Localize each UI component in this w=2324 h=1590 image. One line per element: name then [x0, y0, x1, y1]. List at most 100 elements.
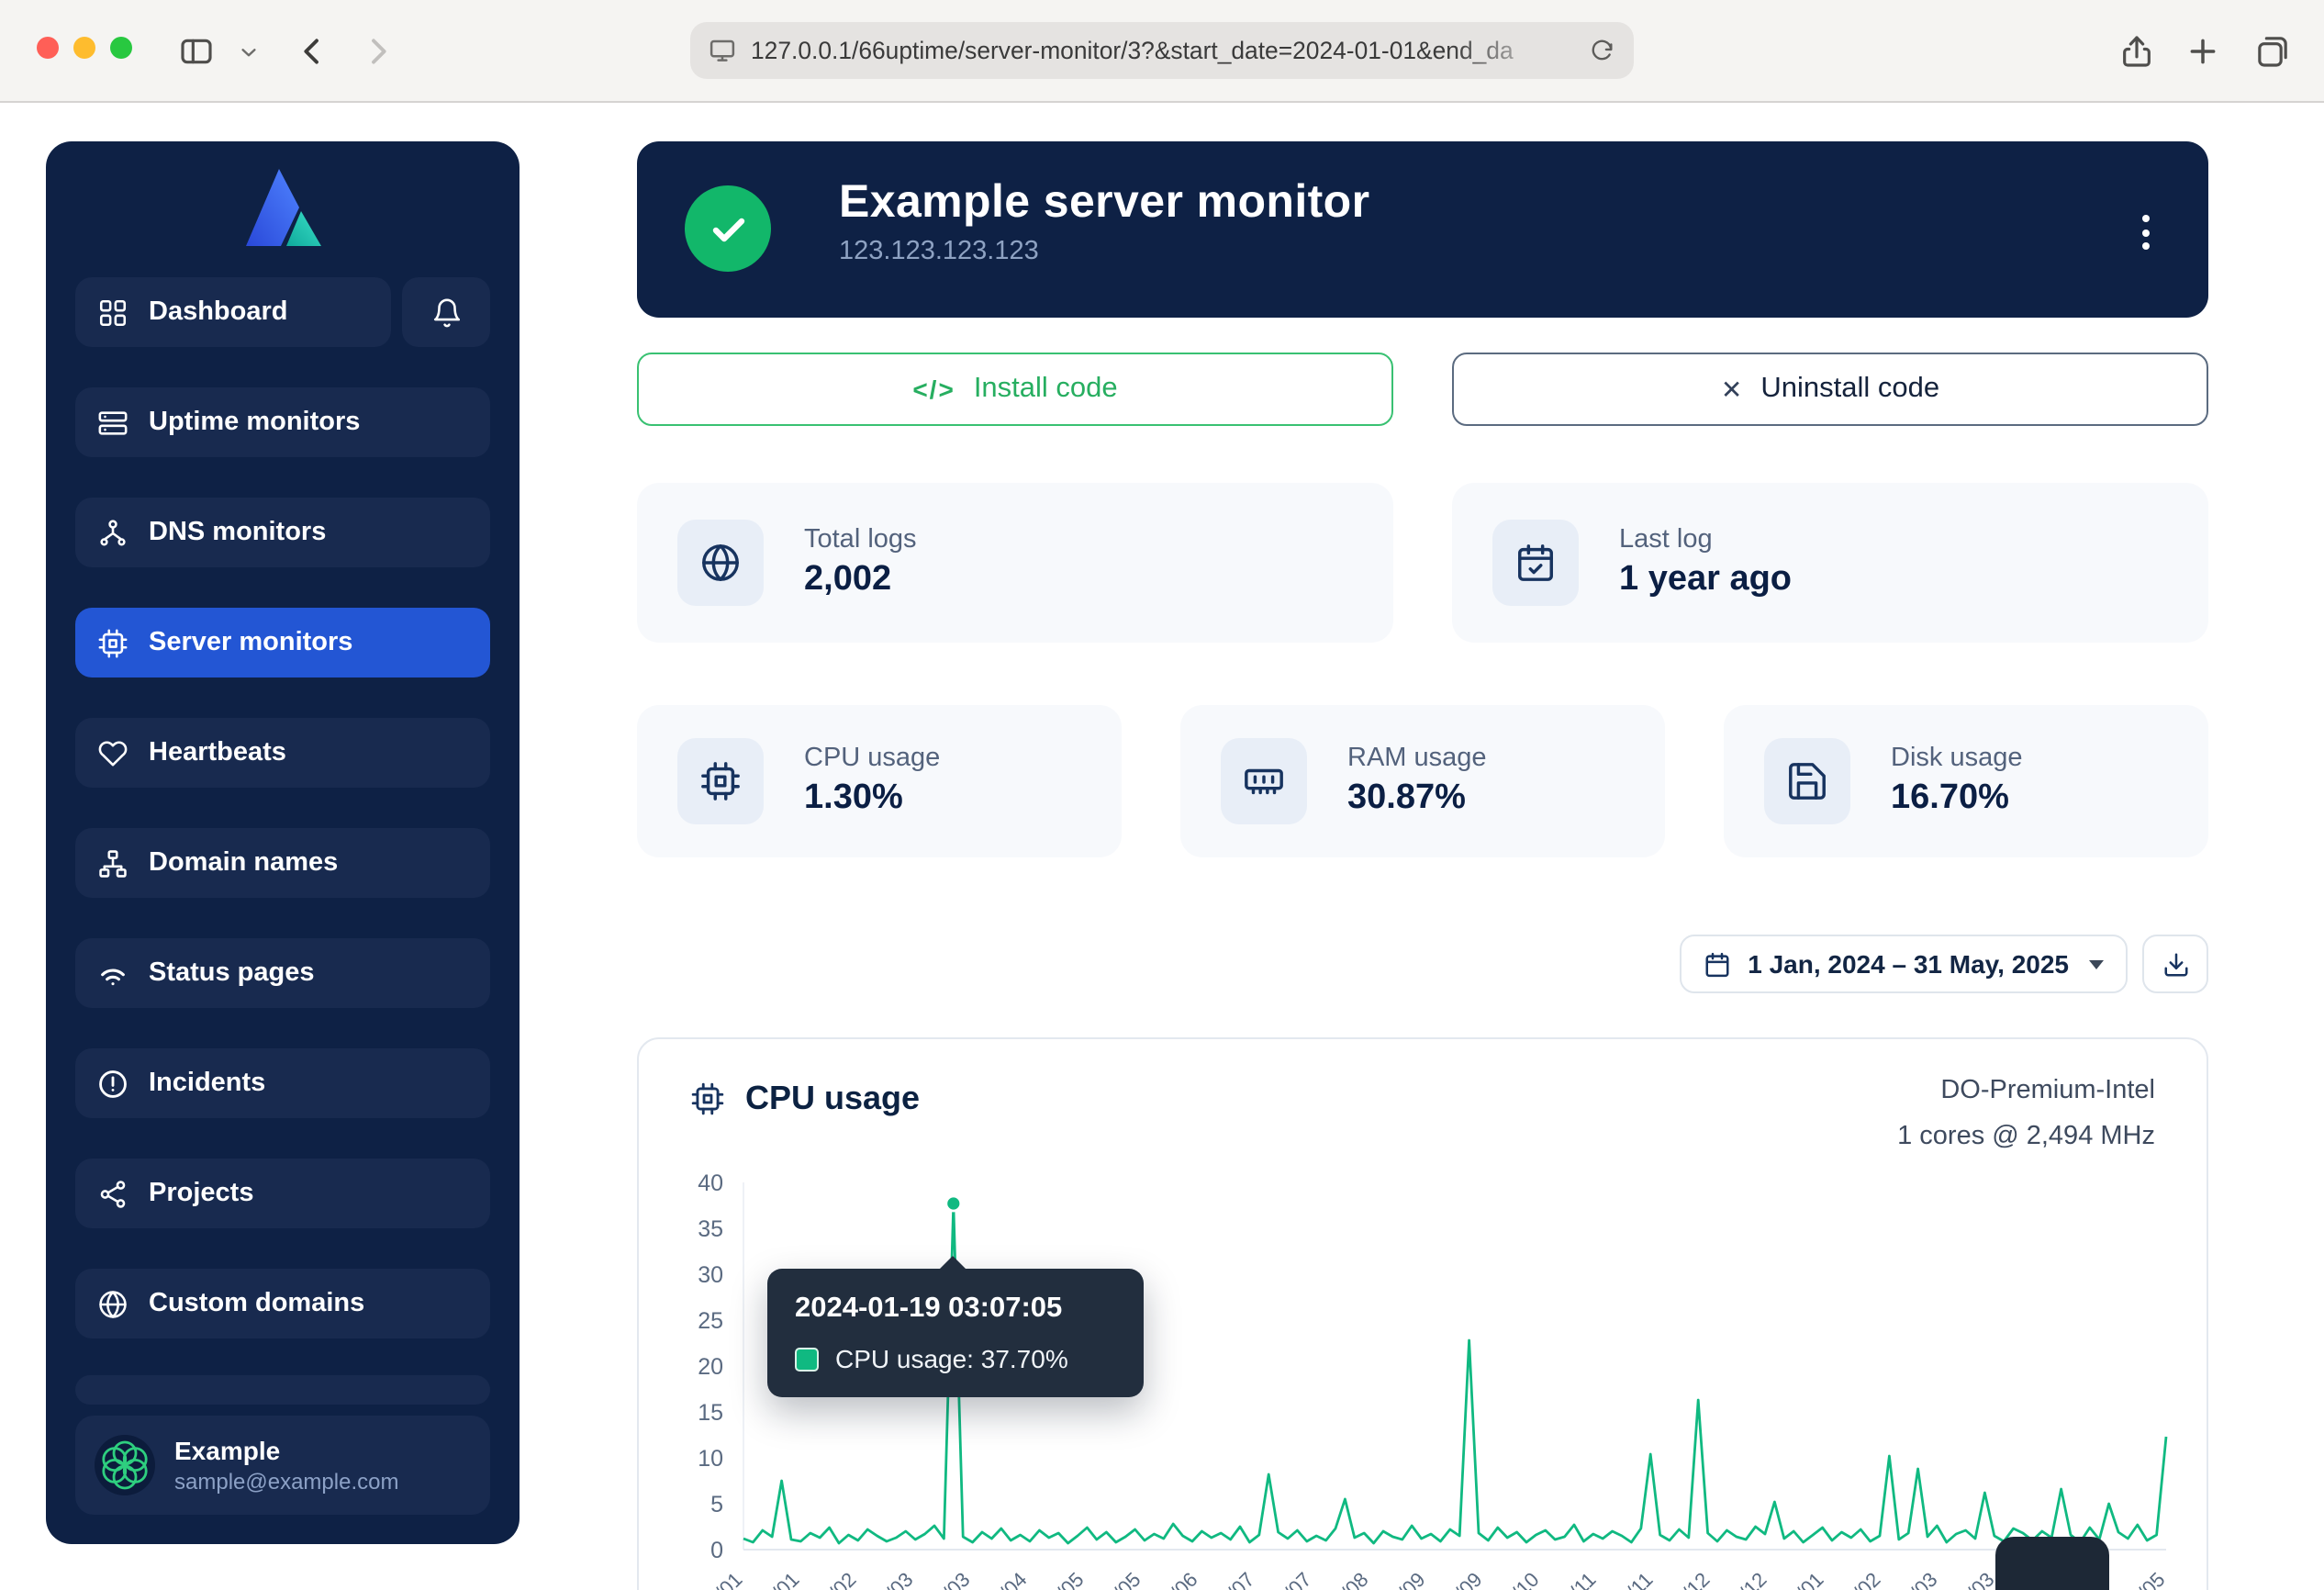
- sidebar-item-server-monitors[interactable]: Server monitors: [75, 608, 490, 677]
- stat-value: 2,002: [804, 560, 917, 600]
- url-text: 127.0.0.1/66uptime/server-monitor/3?&sta…: [751, 37, 1575, 64]
- install-code-label: Install code: [974, 373, 1118, 406]
- sidebar: Dashboard Uptime monitors DNS monitors Serv…: [46, 141, 520, 1544]
- share-icon[interactable]: [2118, 33, 2155, 70]
- svg-text:12/10: 12/10: [1492, 1568, 1544, 1590]
- sidebar-item-heartbeats[interactable]: Heartbeats: [75, 718, 490, 788]
- stats-usage: CPU usage 1.30% RAM usage30.87% Disk usage1…: [637, 705, 2208, 857]
- install-code-button[interactable]: </> Install code: [637, 353, 1393, 426]
- stat-value: 16.70%: [1891, 778, 2022, 819]
- svg-text:14/06: 14/06: [1150, 1568, 1202, 1590]
- sidebar-item-incidents[interactable]: Incidents: [75, 1048, 490, 1118]
- svg-text:10: 10: [698, 1446, 723, 1472]
- user-name: Example: [174, 1436, 398, 1465]
- sidebar-item-dashboard[interactable]: Dashboard: [75, 277, 391, 347]
- user-email: sample@example.com: [174, 1469, 398, 1495]
- tooltip-datetime: 2024-01-19 03:07:05: [795, 1293, 1116, 1326]
- svg-text:20: 20: [698, 1354, 723, 1380]
- wifi-icon: [97, 957, 128, 989]
- browser-window: 127.0.0.1/66uptime/server-monitor/3?&sta…: [0, 0, 2324, 1590]
- date-range-picker[interactable]: 1 Jan, 2024 – 31 May, 2025: [1680, 935, 2128, 993]
- svg-text:15/02: 15/02: [809, 1568, 861, 1590]
- back-icon[interactable]: [294, 33, 330, 70]
- sidebar-item-uptime-monitors[interactable]: Uptime monitors: [75, 387, 490, 457]
- user-card[interactable]: Example sample@example.com: [75, 1416, 490, 1515]
- uninstall-code-label: Uninstall code: [1760, 373, 1939, 406]
- cpu-chart-card: CPU usage DO-Premium-Intel 1 cores @ 2,4…: [637, 1037, 2208, 1590]
- svg-text:25/05: 25/05: [1093, 1568, 1145, 1590]
- sidebar-item-dns-monitors[interactable]: DNS monitors: [75, 498, 490, 567]
- close-window-button[interactable]: [37, 37, 59, 59]
- svg-text:35: 35: [698, 1216, 723, 1242]
- stat-value: 1.30%: [804, 778, 940, 819]
- notifications-button[interactable]: [402, 277, 490, 347]
- tab-overview-icon[interactable]: [2254, 33, 2291, 70]
- svg-text:20/01: 20/01: [1776, 1568, 1828, 1590]
- stat-label: Last log: [1619, 525, 1792, 554]
- svg-text:09/02: 09/02: [1833, 1568, 1885, 1590]
- close-icon: ✕: [1721, 374, 1742, 405]
- zoom-window-button[interactable]: [110, 37, 132, 59]
- sidebar-item-domain-names[interactable]: Domain names: [75, 828, 490, 898]
- sidebar-item-status-pages[interactable]: Status pages: [75, 938, 490, 1008]
- main-content: Example server monitor 123.123.123.123 <…: [637, 103, 2208, 1590]
- svg-text:05/05: 05/05: [1036, 1568, 1089, 1590]
- stat-label: CPU usage: [804, 744, 940, 773]
- sidebar-item-label: Domain names: [149, 848, 338, 878]
- nodes-icon: [97, 1178, 128, 1209]
- ram-usage-icon: [1221, 738, 1307, 824]
- stat-value: 1 year ago: [1619, 560, 1792, 600]
- stack-icon: [97, 407, 128, 438]
- page-settings-icon[interactable]: [709, 37, 736, 64]
- minimize-window-button[interactable]: [73, 37, 95, 59]
- sidebar-item-custom-domains[interactable]: Custom domains: [75, 1269, 490, 1338]
- total-logs-icon: [677, 520, 764, 606]
- uninstall-code-button[interactable]: ✕ Uninstall code: [1452, 353, 2208, 426]
- svg-text:15/04: 15/04: [979, 1568, 1032, 1590]
- reload-icon[interactable]: [1590, 38, 1615, 63]
- chevron-down-icon[interactable]: [239, 42, 259, 62]
- alert-icon: [97, 1068, 128, 1099]
- bell-icon: [430, 297, 462, 328]
- download-icon: [2162, 950, 2189, 978]
- stat-card-disk-usage: Disk usage16.70%: [1724, 705, 2208, 857]
- svg-text:06/03: 06/03: [866, 1568, 918, 1590]
- stat-card-last-log: Last log 1 year ago: [1452, 483, 2208, 643]
- new-tab-icon[interactable]: [2184, 33, 2221, 70]
- app-logo-icon: [75, 160, 490, 252]
- export-download-button[interactable]: [2142, 935, 2208, 993]
- browser-toolbar: 127.0.0.1/66uptime/server-monitor/3?&sta…: [0, 0, 2324, 103]
- kebab-menu-icon[interactable]: [2139, 211, 2153, 253]
- bottom-dark-pill: [1995, 1537, 2109, 1590]
- svg-text:22/09: 22/09: [1435, 1568, 1487, 1590]
- chart-tooltip: 2024-01-19 03:07:05 CPU usage: 37.70%: [767, 1269, 1144, 1397]
- sidebar-item-projects[interactable]: Projects: [75, 1159, 490, 1228]
- svg-text:06/01: 06/01: [695, 1568, 747, 1590]
- series-swatch-icon: [795, 1347, 819, 1371]
- svg-text:21/11: 21/11: [1606, 1568, 1657, 1590]
- avatar: [94, 1434, 156, 1496]
- dns-icon: [97, 517, 128, 548]
- svg-text:30: 30: [698, 1262, 723, 1288]
- forward-icon: [360, 33, 397, 70]
- svg-text:26/01: 26/01: [752, 1568, 804, 1590]
- code-icon: </>: [912, 375, 955, 404]
- stat-value: 30.87%: [1347, 778, 1487, 819]
- last-log-icon: [1492, 520, 1579, 606]
- grid-icon: [97, 297, 128, 328]
- caret-down-icon: [2089, 959, 2104, 969]
- traffic-lights: [37, 37, 132, 59]
- sidebar-toggle-icon[interactable]: [178, 33, 215, 70]
- page: Dashboard Uptime monitors DNS monitors Serv…: [0, 103, 2324, 1590]
- date-range-label: 1 Jan, 2024 – 31 May, 2025: [1748, 949, 2069, 979]
- address-bar[interactable]: 127.0.0.1/66uptime/server-monitor/3?&sta…: [690, 22, 1634, 79]
- heart-icon: [97, 737, 128, 768]
- stat-card-ram-usage: RAM usage30.87%: [1180, 705, 1665, 857]
- sidebar-item-label: Projects: [149, 1179, 253, 1208]
- svg-text:15: 15: [698, 1400, 723, 1426]
- globe-icon: [97, 1288, 128, 1319]
- server-specs: 1 cores @ 2,494 MHz: [1897, 1114, 2155, 1160]
- svg-text:25: 25: [698, 1308, 723, 1334]
- monitor-ip: 123.123.123.123: [839, 237, 1370, 266]
- svg-text:01/03: 01/03: [1890, 1568, 1942, 1590]
